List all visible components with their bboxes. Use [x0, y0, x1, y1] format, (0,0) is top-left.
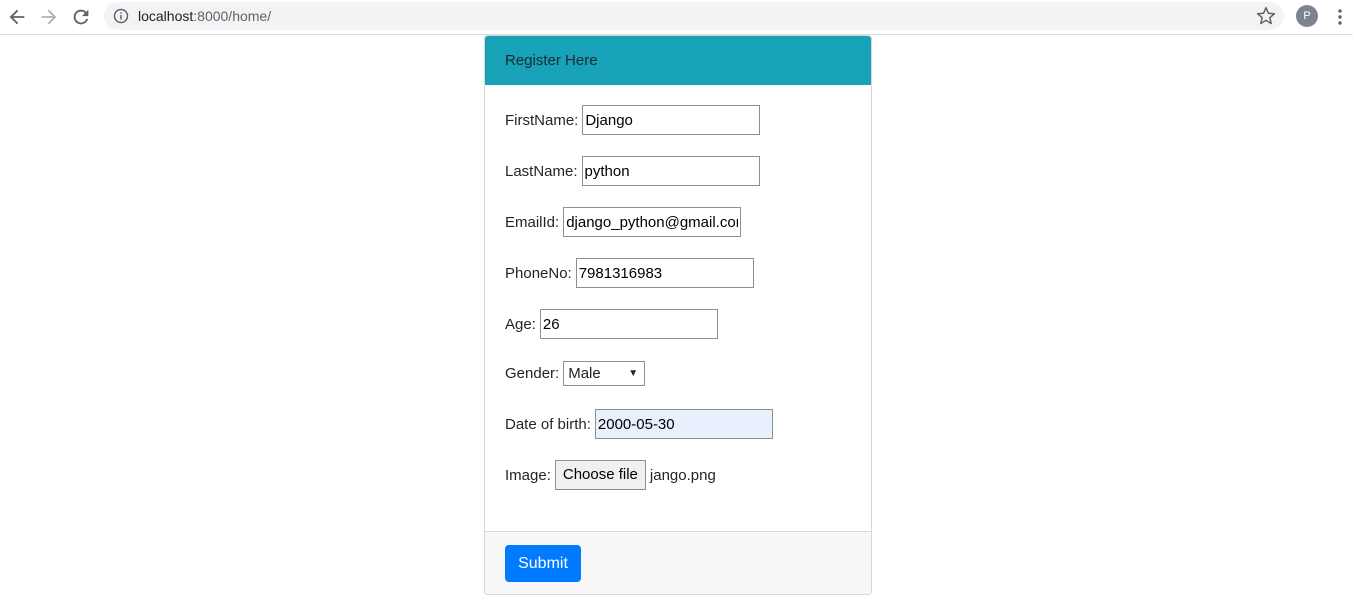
gender-selected-value: Male	[568, 364, 601, 382]
card-footer: Submit	[485, 531, 871, 594]
firstname-row: FirstName:	[505, 105, 761, 135]
email-row: EmailId:	[505, 207, 742, 237]
choose-file-button[interactable]: Choose file	[554, 460, 646, 490]
dob-input[interactable]	[594, 409, 773, 439]
age-input[interactable]	[539, 309, 718, 339]
phone-row: PhoneNo:	[505, 258, 754, 288]
card-body: FirstName: LastName: EmailId: PhoneNo: A…	[485, 85, 871, 531]
age-label: Age:	[505, 315, 536, 333]
gender-select[interactable]: Male ▼	[563, 360, 646, 386]
phone-label: PhoneNo:	[505, 264, 572, 282]
gender-row: Gender: Male ▼	[505, 358, 646, 388]
lastname-label: LastName:	[505, 162, 578, 180]
lastname-input[interactable]	[581, 156, 760, 186]
chevron-down-icon: ▼	[628, 367, 639, 379]
firstname-input[interactable]	[582, 105, 761, 135]
firstname-label: FirstName:	[505, 111, 579, 129]
url-text: localhost:8000/home/	[138, 8, 271, 24]
image-label: Image:	[505, 466, 551, 484]
url-host: localhost	[138, 8, 194, 24]
selected-file-name: jango.png	[649, 466, 716, 484]
info-icon[interactable]	[113, 8, 129, 24]
browser-toolbar: localhost:8000/home/ P	[0, 0, 1353, 35]
gender-label: Gender:	[505, 364, 560, 382]
register-card: Register Here FirstName: LastName: Email…	[484, 35, 872, 595]
url-path: :8000/home/	[193, 8, 272, 24]
email-input[interactable]	[563, 207, 742, 237]
back-arrow-icon[interactable]	[6, 6, 28, 28]
menu-dots-icon[interactable]	[1330, 7, 1350, 27]
card-header: Register Here	[485, 36, 871, 85]
age-row: Age:	[505, 309, 718, 339]
dob-row: Date of birth:	[505, 409, 773, 439]
phone-input[interactable]	[575, 258, 754, 288]
lastname-row: LastName:	[505, 156, 760, 186]
address-bar[interactable]: localhost:8000/home/	[104, 2, 1284, 30]
dob-label: Date of birth:	[505, 415, 591, 433]
reload-icon[interactable]	[70, 6, 92, 28]
profile-avatar[interactable]: P	[1296, 5, 1318, 27]
submit-button[interactable]: Submit	[505, 545, 581, 582]
forward-arrow-icon[interactable]	[38, 6, 60, 28]
image-row: Image: Choose file jango.png	[505, 460, 716, 490]
star-icon[interactable]	[1256, 6, 1276, 26]
email-label: EmailId:	[505, 213, 560, 231]
